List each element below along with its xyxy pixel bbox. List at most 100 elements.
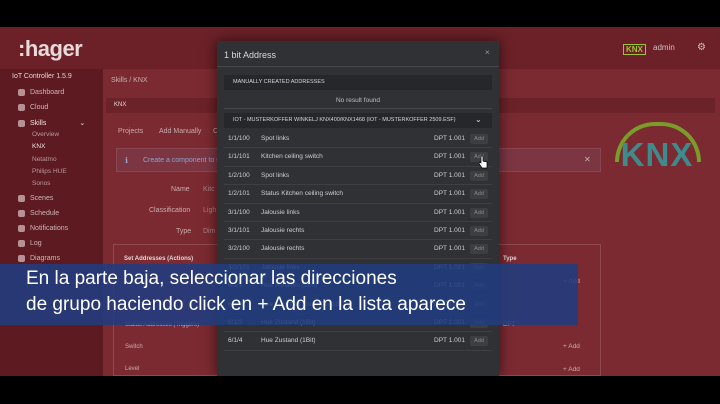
address-name: Jalousie rechts	[261, 245, 305, 253]
type-label: Type	[176, 228, 192, 235]
group-address: 1/1/100	[228, 135, 250, 142]
add-address-button[interactable]: Add	[470, 226, 488, 236]
sidebar-item-scenes[interactable]: Scenes	[18, 195, 53, 202]
table-row: 3/1/101 Jalousie rechts DPT 1.001 Add	[224, 222, 492, 241]
group-address: 3/1/101	[228, 227, 250, 234]
table-row: 1/1/101 Kitchen ceiling switch DPT 1.001 Ad…	[224, 148, 492, 167]
sidebar-subitem-netatmo[interactable]: Netatmo	[32, 156, 57, 163]
breadcrumb[interactable]: Skills / KNX	[111, 77, 148, 84]
close-icon[interactable]: ✕	[584, 155, 591, 164]
settings-icon[interactable]: ⚙	[697, 42, 706, 53]
tab-add-manually[interactable]: Add Manually	[159, 128, 201, 135]
sidebar-subitem-overview[interactable]: Overview	[32, 131, 59, 138]
sidebar-item-diagrams[interactable]: Diagrams	[18, 255, 60, 262]
letterbox-top	[0, 0, 720, 27]
classification-label: Classification	[149, 207, 191, 214]
type-column-header: Type	[503, 256, 517, 262]
table-row: 1/2/100 Spot links DPT 1.001 Add	[224, 167, 492, 186]
info-icon: ℹ	[125, 156, 129, 165]
add-address-button[interactable]: Add	[470, 170, 488, 181]
controller-title: IoT Controller 1.5.9	[12, 73, 72, 80]
modal-divider	[217, 66, 499, 67]
sidebar-item-dashboard[interactable]: Dashboard	[18, 89, 64, 96]
hager-logo[interactable]: :hager	[18, 36, 83, 62]
add-level-button[interactable]: + Add	[563, 366, 580, 373]
sidebar-item-label: Notifications	[30, 225, 69, 232]
sidebar-subitem-sonos[interactable]: Sonos	[32, 180, 50, 187]
sidebar-item-label: Log	[30, 240, 42, 247]
sidebar-item-schedule[interactable]: Schedule	[18, 210, 59, 217]
skills-icon	[18, 119, 25, 127]
card-title: KNX	[114, 102, 127, 108]
address-name: Jalousie links	[261, 208, 300, 216]
project-select[interactable]: IOT - MUSTERKOFFER WINKELJ KNX400/KNX146…	[224, 113, 492, 128]
add-switch-button[interactable]: + Add	[563, 343, 580, 350]
info-text: Create a component to s	[143, 157, 220, 164]
sidebar-item-label: Skills	[30, 119, 47, 127]
sidebar-item-cloud[interactable]: Cloud	[18, 104, 48, 111]
sidebar-item-label: Dashboard	[30, 89, 65, 96]
add-address-button[interactable]: Add	[470, 134, 488, 144]
no-result-message: No result found	[224, 92, 492, 109]
knx-logo-text: KNX	[620, 136, 694, 173]
switch-row-label: Switch	[125, 344, 143, 350]
add-address-button[interactable]: Add	[470, 244, 488, 255]
schedule-icon	[18, 210, 25, 217]
address-name: Jalousie rechts	[261, 227, 305, 234]
group-address: 3/1/100	[228, 208, 250, 216]
add-address-button[interactable]: Add	[470, 207, 488, 218]
chevron-down-icon: ⌄	[79, 120, 86, 127]
table-row: 1/2/101 Status Kitchen ceiling switch DPT …	[224, 185, 492, 204]
cloud-icon	[18, 104, 25, 111]
knx-badge: KNX	[623, 44, 646, 55]
table-row: 3/2/100 Jalousie rechts DPT 1.001 Add	[224, 240, 492, 259]
address-name: Spot links	[261, 135, 290, 142]
modal-title: 1 bit Address	[224, 50, 277, 60]
sidebar-subitem-philips-hue[interactable]: Philips HUE	[32, 168, 67, 175]
group-address: 1/2/100	[228, 171, 250, 179]
modal-close-button[interactable]: ×	[485, 48, 490, 57]
dpt-value: DPT 1.001	[434, 171, 465, 179]
sidebar-item-log[interactable]: Log	[18, 240, 42, 247]
letterbox-bottom	[0, 376, 720, 404]
chart-icon	[18, 255, 25, 262]
type-field[interactable]: Dim	[203, 228, 215, 235]
sidebar-item-label: Schedule	[30, 210, 60, 217]
table-row: 6/1/4 Hue Zustand (1Bit) DPT 1.001 Add	[224, 332, 492, 351]
tab-projects[interactable]: Projects	[118, 128, 143, 135]
subtitle-line-1: En la parte baja, seleccionar las direcc…	[26, 268, 397, 289]
dpt-value: DPT 1.001	[434, 153, 465, 161]
group-address: 1/1/101	[228, 153, 250, 161]
knx-logo: KNX	[611, 122, 703, 182]
group-address: 3/2/100	[228, 245, 250, 253]
sidebar	[0, 69, 103, 376]
section-title: Set Addresses (Actions)	[124, 256, 194, 262]
dpt-value: DPT 1.001	[434, 190, 465, 198]
table-row: 3/1/100 Jalousie links DPT 1.001 Add	[224, 204, 492, 222]
address-name: Kitchen ceiling switch	[261, 153, 323, 161]
address-name: Spot links	[261, 171, 290, 179]
table-row: 1/1/100 Spot links DPT 1.001 Add	[224, 130, 492, 149]
chevron-down-icon: ⌄	[475, 115, 482, 124]
address-name: Hue Zustand (1Bit)	[261, 337, 316, 345]
add-address-button[interactable]: Add	[470, 336, 488, 347]
subtitle-overlay: En la parte baja, seleccionar las direcc…	[0, 264, 578, 325]
manual-addresses-title: MANUALLY CREATED ADDRESSES	[233, 79, 325, 85]
level-row-label: Level	[125, 366, 140, 372]
subtitle-line-2: de grupo haciendo click en + Add en la l…	[26, 294, 466, 315]
log-icon	[18, 240, 25, 247]
sidebar-item-notifications[interactable]: Notifications	[18, 225, 68, 232]
name-field[interactable]: Kitc	[203, 186, 215, 193]
address-name: Status Kitchen ceiling switch	[261, 190, 344, 198]
classification-field[interactable]: Ligh	[203, 207, 216, 214]
sidebar-item-label: Diagrams	[30, 255, 60, 262]
add-address-button[interactable]: Add	[470, 189, 488, 200]
sidebar-subitem-knx[interactable]: KNX	[32, 143, 45, 150]
dpt-value: DPT 1.001	[434, 227, 465, 234]
manual-addresses-header: MANUALLY CREATED ADDRESSES	[224, 75, 492, 90]
dpt-value: DPT 1.001	[434, 337, 465, 345]
dpt-value: DPT 1.001	[434, 245, 465, 253]
dpt-value: DPT 1.001	[434, 135, 465, 142]
sidebar-item-skills[interactable]: Skills ⌄	[18, 119, 85, 127]
user-menu[interactable]: admin	[653, 43, 675, 52]
